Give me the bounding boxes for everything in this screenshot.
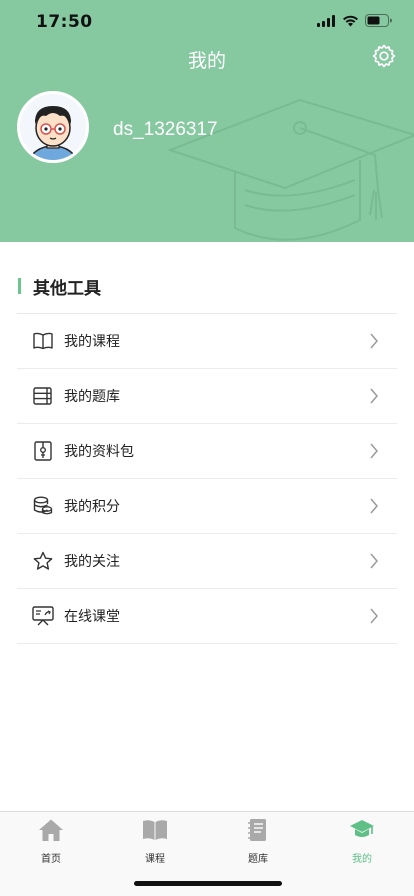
- avatar-boy-icon: [28, 106, 78, 160]
- menu-item-online-class[interactable]: 在线课堂: [17, 589, 397, 644]
- settings-gear-icon[interactable]: [371, 43, 397, 69]
- section-accent-bar: [18, 278, 21, 294]
- signal-icon: [317, 14, 335, 27]
- coins-icon: [33, 496, 53, 515]
- home-indicator: [134, 881, 282, 886]
- chevron-right-icon: [370, 608, 378, 624]
- tab-label: 题库: [248, 854, 268, 865]
- menu-item-label: 我的积分: [64, 499, 120, 515]
- chevron-right-icon: [370, 443, 378, 459]
- menu-item-my-points[interactable]: 我的积分: [17, 479, 397, 534]
- menu-item-label: 在线课堂: [64, 609, 120, 625]
- home-icon: [39, 819, 63, 841]
- menu-item-my-question-bank[interactable]: 我的题库: [17, 369, 397, 424]
- tab-mine[interactable]: 我的: [332, 818, 392, 865]
- page-title: 我的: [187, 50, 226, 72]
- tab-label: 我的: [352, 854, 372, 865]
- battery-icon: [365, 14, 392, 27]
- username[interactable]: ds_1326317: [113, 119, 218, 141]
- tab-question-bank[interactable]: 题库: [228, 818, 288, 865]
- menu-item-label: 我的资料包: [64, 444, 134, 460]
- tab-label: 首页: [41, 854, 61, 865]
- book-icon: [143, 820, 167, 840]
- status-icons: [317, 14, 392, 27]
- avatar[interactable]: [17, 91, 89, 163]
- chevron-right-icon: [370, 498, 378, 514]
- section-heading: 其他工具: [18, 276, 101, 299]
- status-bar: 17:50: [0, 0, 414, 44]
- wifi-icon: [343, 15, 358, 26]
- tools-menu: 我的课程 我的题库 我的资料包 我的积分 我的关注 在线课堂: [17, 314, 397, 644]
- status-time: 17:50: [36, 12, 93, 32]
- chevron-right-icon: [370, 333, 378, 349]
- question-bank-icon: [33, 387, 52, 405]
- menu-item-label: 我的关注: [64, 554, 120, 570]
- tab-courses[interactable]: 课程: [125, 818, 185, 865]
- online-class-icon: [32, 606, 54, 626]
- menu-item-my-courses[interactable]: 我的课程: [17, 314, 397, 369]
- graduation-cap-icon: [350, 820, 374, 837]
- profile-header: 17:50 我的 ds_1326317: [0, 0, 414, 242]
- book-icon: [33, 332, 53, 350]
- menu-item-label: 我的课程: [64, 334, 120, 350]
- star-icon: [33, 551, 53, 570]
- package-icon: [34, 441, 52, 461]
- chevron-right-icon: [370, 553, 378, 569]
- notebook-icon: [248, 819, 266, 841]
- menu-item-my-materials[interactable]: 我的资料包: [17, 424, 397, 479]
- graduation-cap-watermark: [167, 98, 414, 241]
- tab-home[interactable]: 首页: [21, 818, 81, 865]
- chevron-right-icon: [370, 388, 378, 404]
- section-title: 其他工具: [33, 278, 101, 299]
- menu-item-my-follows[interactable]: 我的关注: [17, 534, 397, 589]
- menu-item-label: 我的题库: [64, 389, 120, 405]
- tab-label: 课程: [145, 854, 165, 865]
